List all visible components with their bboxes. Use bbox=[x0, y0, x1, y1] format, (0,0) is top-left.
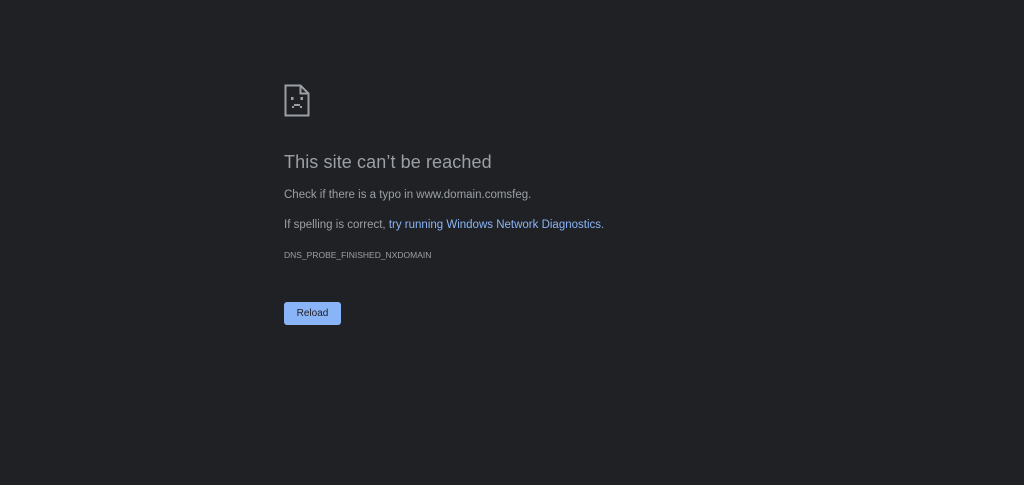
error-code: DNS_PROBE_FINISHED_NXDOMAIN bbox=[284, 250, 432, 260]
diagnostics-suffix: . bbox=[601, 219, 605, 231]
network-diagnostics-link[interactable]: try running Windows Network Diagnostics bbox=[389, 219, 601, 231]
sad-document-icon bbox=[284, 84, 310, 117]
diagnostics-prefix: If spelling is correct, bbox=[284, 219, 389, 231]
error-page: { "error": { "icon": "sad-document-icon"… bbox=[0, 0, 1024, 485]
typo-hint: Check if there is a typo in www.domain.c… bbox=[284, 189, 532, 201]
error-title: This site can’t be reached bbox=[284, 152, 492, 172]
reload-button[interactable]: Reload bbox=[284, 302, 341, 325]
diagnostics-hint: If spelling is correct, try running Wind… bbox=[284, 219, 604, 231]
error-content: This site can’t be reached Check if ther… bbox=[284, 84, 844, 325]
